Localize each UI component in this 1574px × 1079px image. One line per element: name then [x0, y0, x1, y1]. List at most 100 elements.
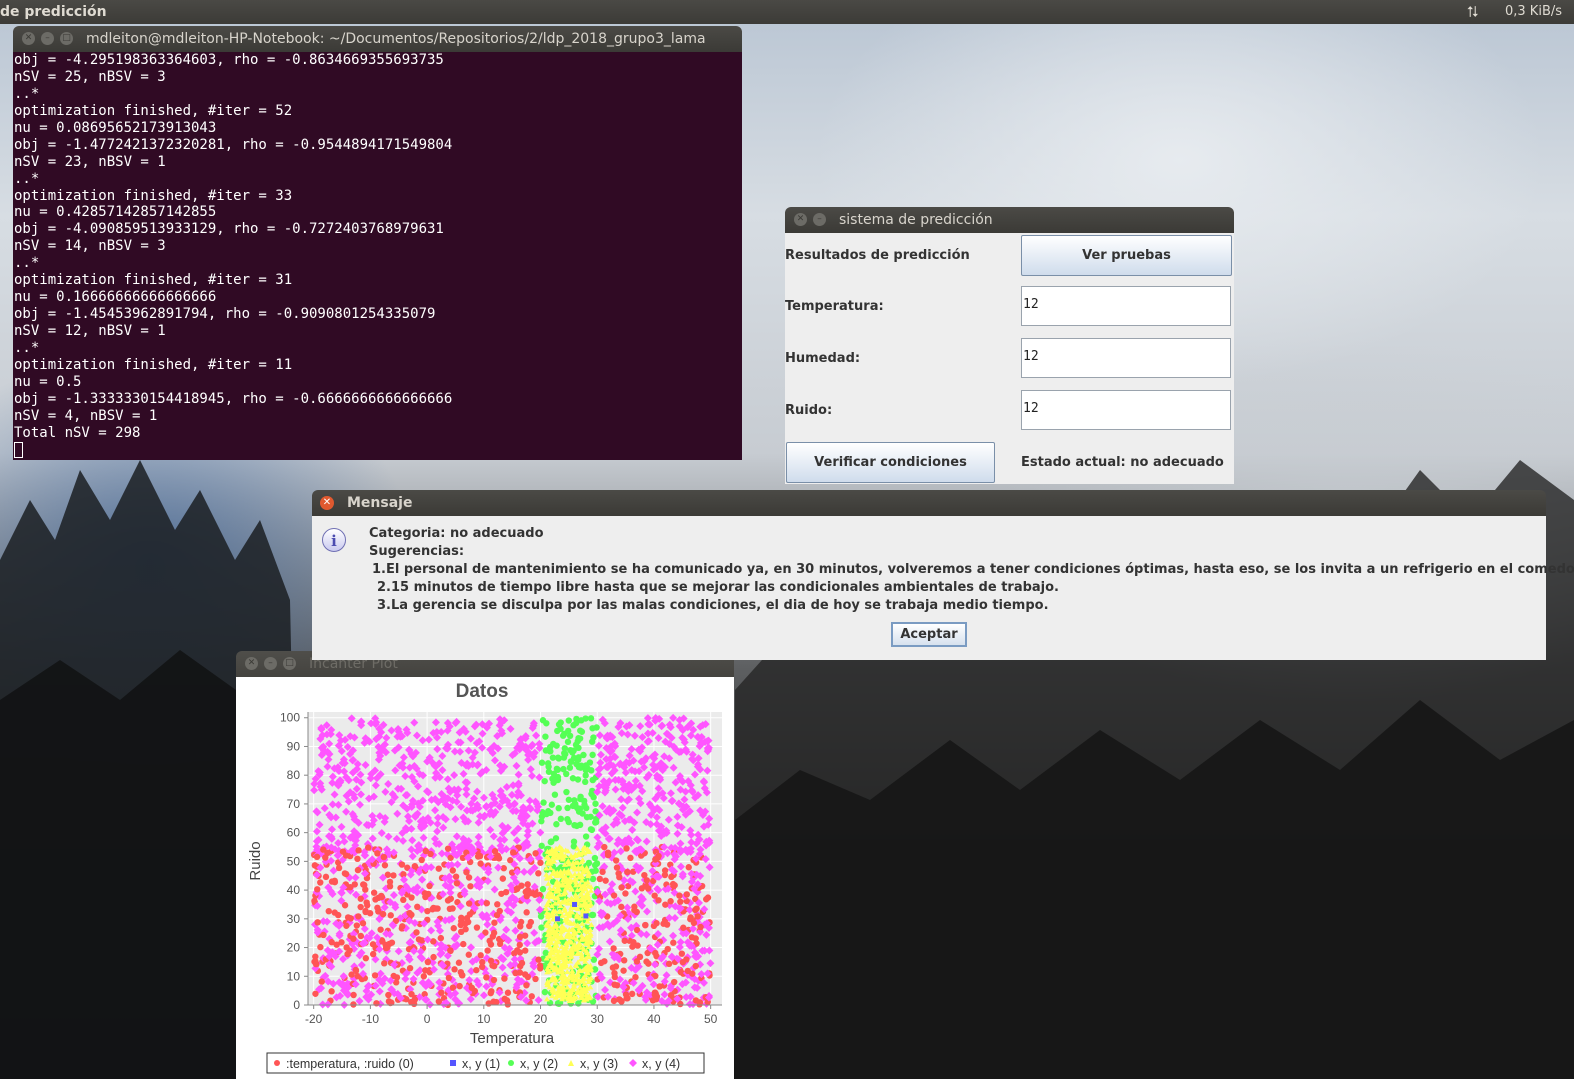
data-point	[612, 857, 620, 864]
data-point	[354, 866, 362, 874]
terminal-line: obj = -1.3333330154418945, rho = -0.6666…	[14, 390, 453, 407]
data-point	[551, 777, 559, 784]
data-point	[355, 913, 362, 920]
close-icon[interactable]: ✕	[22, 32, 35, 45]
maximize-icon[interactable]: □	[283, 657, 296, 670]
minimize-icon[interactable]: –	[41, 32, 54, 45]
data-point	[627, 854, 634, 862]
data-point	[694, 913, 701, 920]
data-point	[661, 867, 669, 874]
data-point	[611, 973, 618, 981]
data-point	[527, 918, 535, 926]
data-point	[317, 879, 324, 886]
y-tick-label: 70	[287, 797, 301, 811]
suggestion-item: 1.El personal de mantenimiento se ha com…	[372, 562, 1574, 577]
data-point	[369, 950, 377, 958]
message-title: Mensaje	[347, 495, 413, 511]
data-point	[450, 925, 457, 932]
data-point	[381, 862, 389, 869]
message-titlebar[interactable]: ✕ Mensaje	[312, 490, 1546, 516]
x-tick-label: 40	[647, 1012, 661, 1026]
data-point	[565, 796, 573, 803]
data-point	[575, 763, 583, 771]
data-point	[553, 821, 560, 828]
legend-marker	[274, 1060, 280, 1066]
terminal-output[interactable]: obj = -4.295198363364603, rho = -0.86346…	[13, 52, 742, 460]
data-point	[400, 896, 407, 904]
verificar-condiciones-button[interactable]: Verificar condiciones	[786, 442, 995, 483]
data-point	[406, 909, 413, 917]
data-point	[364, 844, 372, 851]
data-point	[703, 896, 710, 903]
data-point	[463, 869, 470, 876]
data-point	[582, 833, 590, 840]
data-point	[653, 920, 660, 927]
terminal-line: nu = 0.08695652173913043	[14, 119, 217, 136]
data-point	[645, 960, 652, 967]
minimize-icon[interactable]: –	[813, 213, 826, 226]
data-point	[424, 907, 431, 915]
data-point	[465, 900, 473, 907]
data-point	[382, 944, 390, 952]
humidity-label: Humedad:	[785, 351, 861, 366]
data-point	[692, 962, 699, 970]
data-point	[561, 745, 569, 752]
maximize-icon[interactable]: □	[60, 32, 73, 45]
data-point	[555, 916, 561, 922]
accept-button[interactable]: Aceptar	[891, 622, 967, 647]
humidity-input[interactable]: 12	[1021, 338, 1231, 378]
data-point	[438, 989, 445, 996]
data-point	[328, 988, 335, 995]
data-point	[488, 988, 495, 995]
data-point	[564, 804, 571, 812]
data-point	[422, 847, 430, 855]
noise-input[interactable]: 12	[1021, 390, 1231, 430]
ver-pruebas-button[interactable]: Ver pruebas	[1021, 235, 1232, 276]
data-point	[455, 959, 463, 966]
close-icon[interactable]: ✕	[245, 657, 258, 670]
data-point	[458, 914, 465, 921]
data-point	[445, 974, 453, 982]
data-point	[380, 853, 388, 861]
close-icon[interactable]: ✕	[794, 213, 807, 226]
data-point	[612, 963, 620, 970]
terminal-line: nSV = 25, nBSV = 3	[14, 68, 166, 85]
y-tick-label: 100	[280, 711, 300, 725]
terminal-titlebar[interactable]: ✕ – □ mdleiton@mdleiton-HP-Notebook: ~/D…	[13, 26, 742, 52]
data-point	[444, 845, 452, 852]
x-tick-label: 50	[704, 1012, 718, 1026]
data-point	[570, 838, 578, 845]
data-point	[437, 934, 445, 942]
data-point	[588, 911, 596, 919]
data-point	[501, 975, 508, 982]
minimize-icon[interactable]: –	[264, 657, 277, 670]
data-point	[604, 849, 612, 856]
data-point	[572, 901, 578, 907]
data-point	[685, 864, 692, 871]
data-point	[590, 956, 598, 963]
terminal-title: mdleiton@mdleiton-HP-Notebook: ~/Documen…	[86, 31, 706, 47]
close-icon[interactable]: ✕	[320, 496, 334, 510]
plot-window: ✕ – □ Incanter Plot Datos -20 -10 0 10 20 30 4…	[236, 651, 734, 1079]
data-point	[357, 895, 364, 902]
data-point	[589, 875, 597, 883]
x-tick-label: -20	[305, 1012, 323, 1026]
data-point	[577, 793, 584, 800]
data-point	[474, 853, 482, 860]
legend-label: x, y (1)	[462, 1057, 500, 1071]
data-point	[537, 965, 544, 972]
data-point	[424, 958, 432, 966]
temperature-input[interactable]: 12	[1021, 286, 1231, 326]
data-point	[447, 947, 454, 954]
data-point	[620, 967, 627, 974]
data-point	[601, 843, 608, 851]
data-point	[413, 929, 420, 936]
prediction-titlebar[interactable]: ✕ – sistema de predicción	[785, 207, 1234, 233]
data-point	[593, 724, 600, 731]
data-point	[553, 765, 561, 772]
terminal-line: nu = 0.42857142857142855	[14, 204, 217, 221]
data-point	[596, 875, 604, 883]
prediction-title: sistema de predicción	[839, 212, 993, 228]
data-point	[451, 966, 458, 973]
data-point	[668, 873, 675, 881]
